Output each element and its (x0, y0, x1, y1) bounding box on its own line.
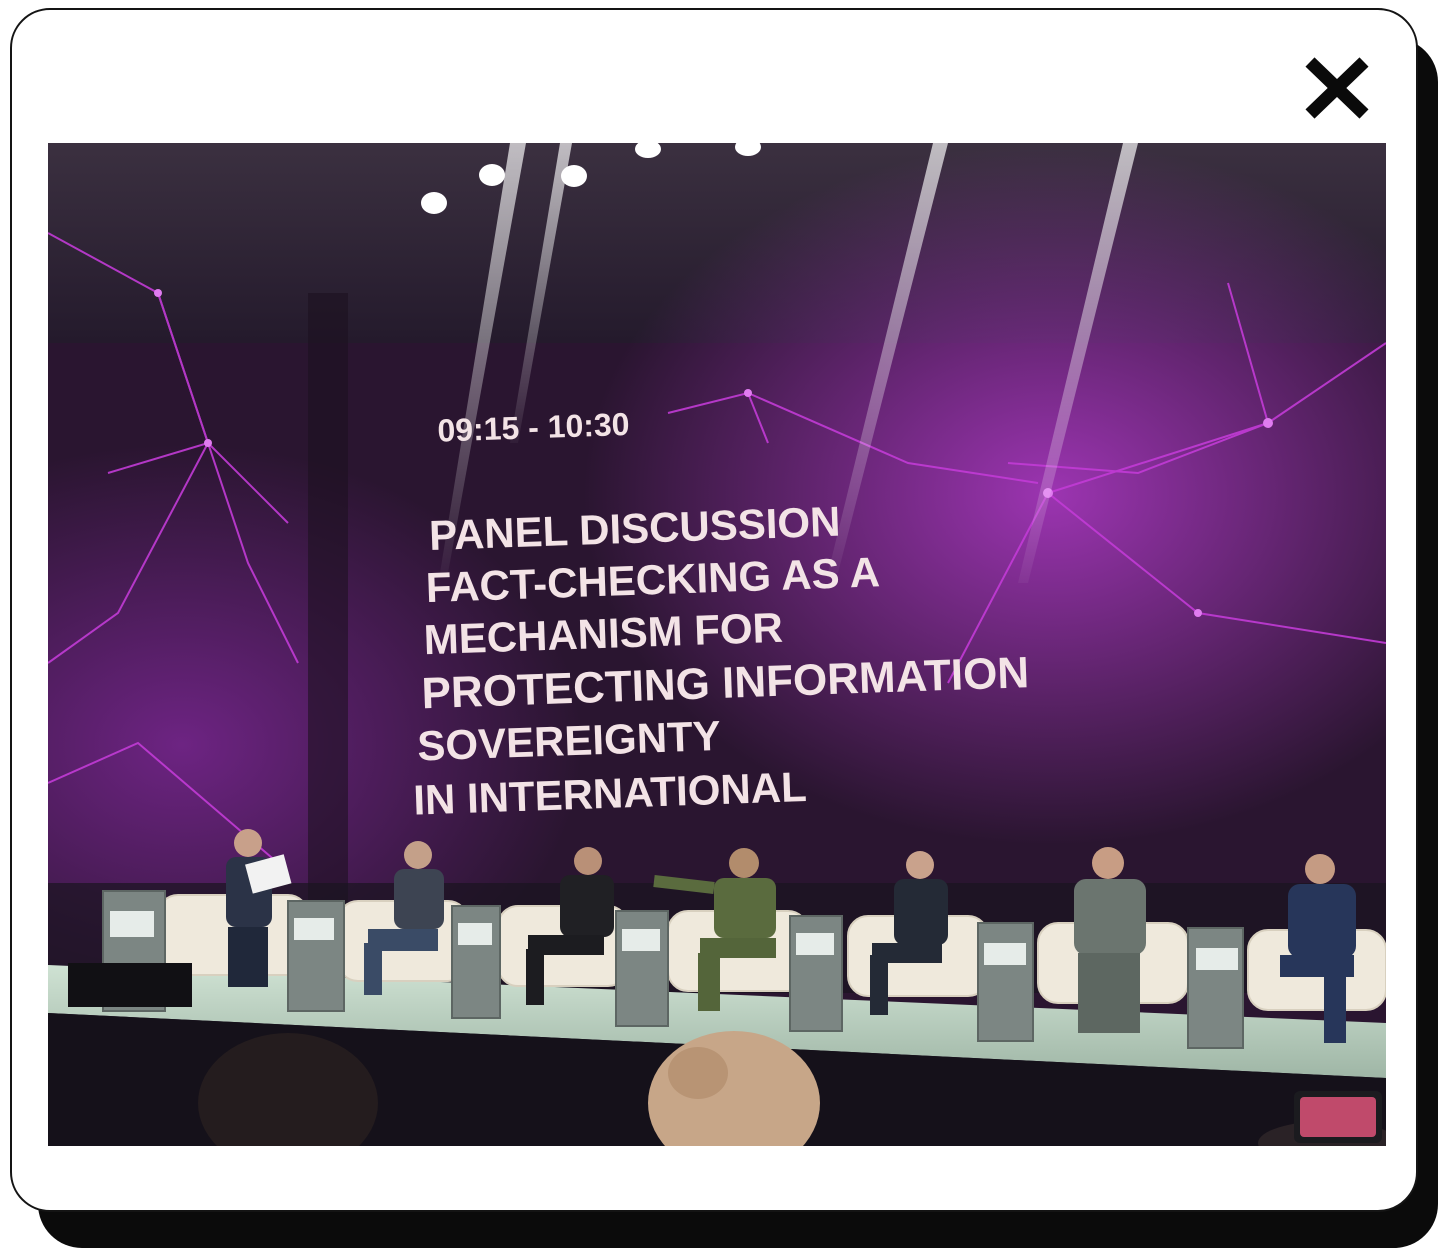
session-time: 09:15 - 10:30 (437, 406, 630, 449)
conference-photo: 09:15 - 10:30 PANEL DISCUSSION FACT-CHEC… (48, 143, 1386, 1146)
conference-photo-illustration: 09:15 - 10:30 PANEL DISCUSSION FACT-CHEC… (48, 143, 1386, 1146)
close-button[interactable] (1292, 50, 1382, 130)
close-icon (1305, 57, 1369, 119)
